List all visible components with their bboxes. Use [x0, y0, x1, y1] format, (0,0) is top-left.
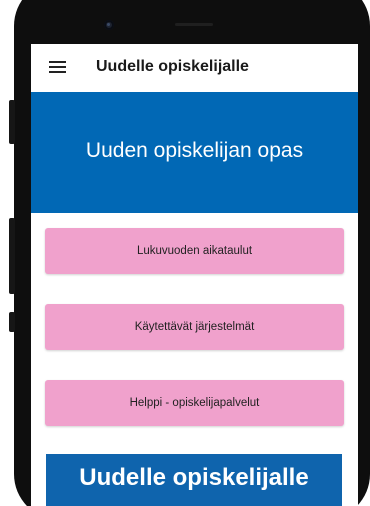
side-button-volume-down	[9, 218, 15, 294]
hamburger-menu-icon[interactable]	[49, 61, 66, 74]
app-bar: Uudelle opiskelijalle	[31, 44, 358, 92]
menu-button-list: Lukuvuoden aikataulut Käytettävät järjes…	[45, 228, 344, 456]
menu-button-schedules[interactable]: Lukuvuoden aikataulut	[45, 228, 344, 274]
caption-banner: Uudelle opiskelijalle	[46, 454, 342, 506]
menu-button-systems[interactable]: Käytettävät järjestelmät	[45, 304, 344, 350]
menu-button-student-services[interactable]: Helppi - opiskelijapalvelut	[45, 380, 344, 426]
hero-title: Uuden opiskelijan opas	[85, 139, 304, 162]
hero-banner: Uuden opiskelijan opas	[31, 92, 358, 213]
earpiece-speaker	[175, 23, 213, 26]
stage: Uudelle opiskelijalle Uuden opiskelijan …	[0, 0, 370, 506]
front-camera	[104, 20, 114, 30]
phone-screen: Uudelle opiskelijalle Uuden opiskelijan …	[31, 44, 358, 506]
side-button-power	[9, 312, 15, 332]
side-button-volume-up	[9, 100, 15, 144]
caption-text: Uudelle opiskelijalle	[79, 464, 309, 491]
app-bar-title: Uudelle opiskelijalle	[96, 58, 249, 75]
